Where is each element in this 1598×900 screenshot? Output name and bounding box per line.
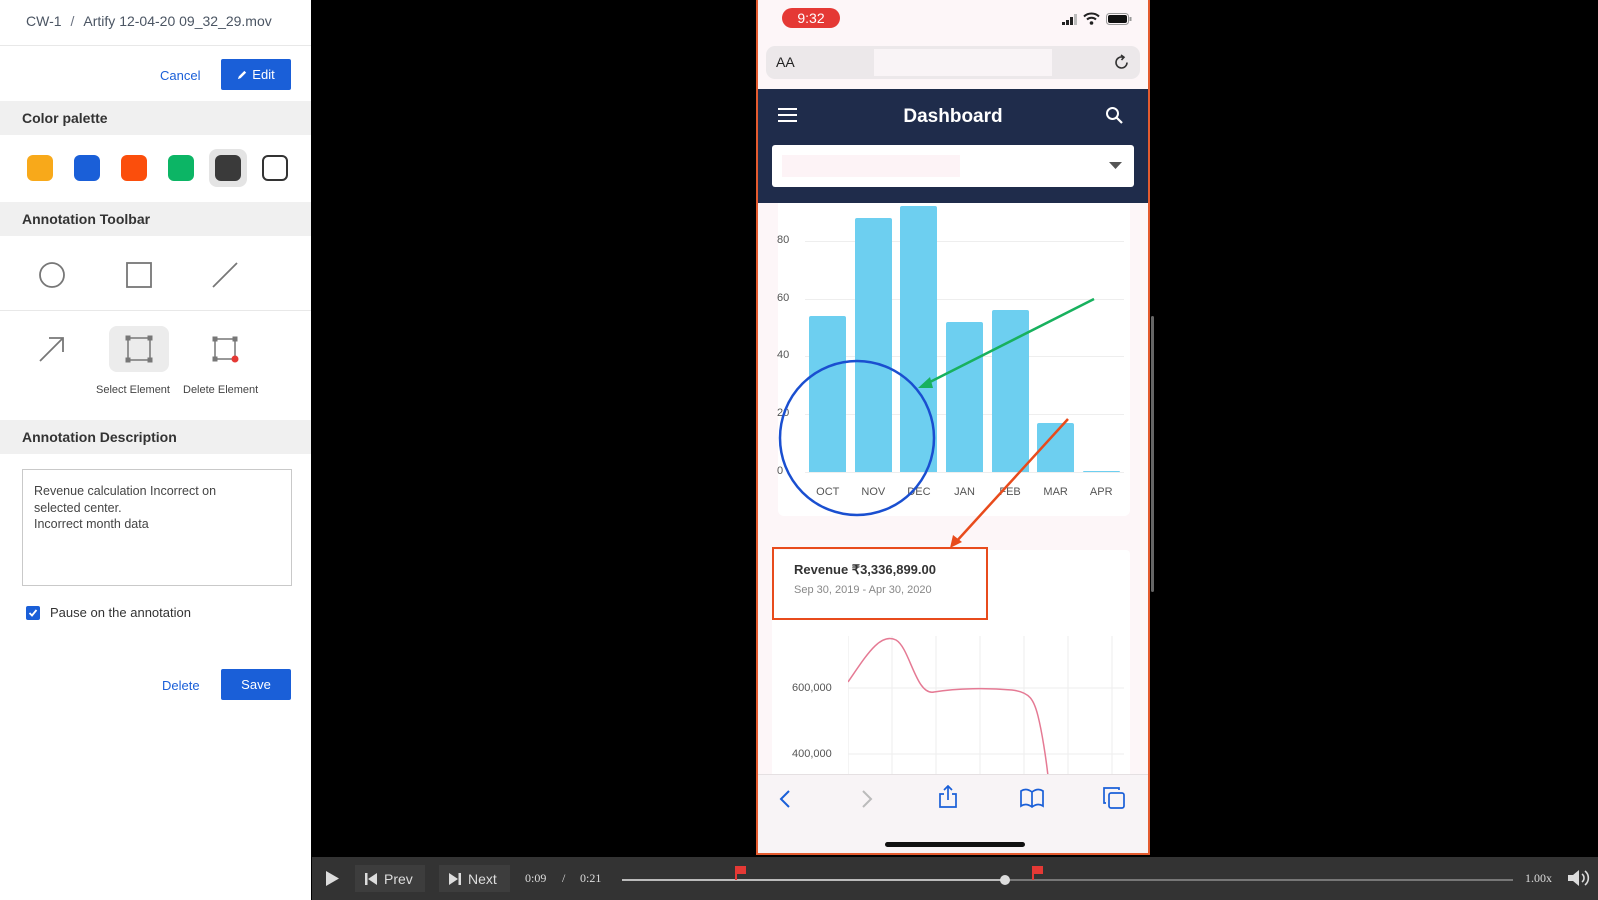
color-palette-heading: Color palette: [0, 101, 311, 135]
color-swatch-6[interactable]: [262, 155, 288, 181]
pause-checkbox-label[interactable]: Pause on the annotation: [50, 605, 191, 620]
pencil-icon: [238, 70, 247, 80]
color-swatch-4[interactable]: [168, 155, 194, 181]
color-swatch-3[interactable]: [121, 155, 147, 181]
arrow-tool[interactable]: [22, 326, 82, 372]
page-scroll-indicator[interactable]: [1151, 316, 1154, 592]
annotation-overlay: [778, 297, 1095, 548]
delete-button[interactable]: Delete: [162, 678, 200, 693]
annotation-description-heading: Annotation Description: [0, 420, 311, 454]
edit-button-label: Edit: [252, 67, 275, 82]
seek-bar[interactable]: [622, 866, 1513, 885]
annotation-description-textarea[interactable]: Revenue calculation Incorrect on selecte…: [22, 469, 292, 586]
select-element-label: Select Element: [96, 384, 170, 396]
annotation-flag-icon: [1033, 866, 1043, 874]
pause-checkbox[interactable]: [26, 606, 40, 620]
play-icon[interactable]: [326, 871, 339, 886]
back-icon[interactable]: [778, 789, 792, 809]
line-tool[interactable]: [195, 252, 255, 298]
circle-tool[interactable]: [22, 252, 82, 298]
time-separator: /: [562, 871, 566, 885]
breadcrumb: CW-1 / Artify 12-04-20 09_32_29.mov: [26, 13, 272, 29]
annotation-toolbar-heading: Annotation Toolbar: [0, 202, 311, 236]
tabs-icon[interactable]: [1102, 786, 1126, 810]
skip-back-icon: [365, 872, 377, 885]
seek-knob[interactable]: [1000, 875, 1011, 885]
divider: [0, 45, 311, 46]
next-button-label: Next: [468, 870, 497, 887]
save-button[interactable]: Save: [221, 669, 291, 700]
rectangle-icon: [126, 262, 152, 288]
edit-button[interactable]: Edit: [221, 59, 291, 90]
duration: 0:21: [580, 871, 602, 885]
home-indicator: [885, 842, 1025, 847]
video-player-controls: Prev Next 0:09 / 0:21 1.00x: [312, 857, 1598, 900]
delete-element-label: Delete Element: [183, 384, 259, 396]
skip-forward-icon: [449, 872, 461, 885]
color-swatch-5[interactable]: [215, 155, 241, 181]
current-time: 0:09: [525, 871, 547, 885]
breadcrumb-separator: /: [70, 13, 75, 29]
phone-screen: 9:32 AA Dashboard 80 60 40 20 0 OCT NOV DEC JAN F…: [756, 0, 1150, 855]
select-element-icon: [125, 335, 153, 363]
annotation-rectangle: [772, 547, 988, 620]
bookmarks-icon[interactable]: [1020, 788, 1044, 808]
volume-icon[interactable]: [1568, 868, 1590, 888]
annotation-circle: [778, 359, 936, 517]
breadcrumb-file: Artify 12-04-20 09_32_29.mov: [83, 13, 272, 29]
rectangle-tool[interactable]: [109, 252, 169, 298]
cancel-button[interactable]: Cancel: [160, 68, 200, 83]
checkmark-icon: [28, 609, 38, 617]
annotation-flag-icon: [736, 866, 746, 874]
arrow-icon: [39, 337, 64, 362]
annotation-panel: CW-1 / Artify 12-04-20 09_32_29.mov Cancel…: [0, 0, 311, 900]
annotation-orange-arrow: [954, 418, 1069, 544]
delete-element-tool[interactable]: [195, 326, 255, 372]
next-button[interactable]: Next: [439, 865, 510, 892]
breadcrumb-project[interactable]: CW-1: [26, 13, 62, 29]
prev-button-label: Prev: [384, 870, 413, 887]
playback-speed[interactable]: 1.00x: [1525, 871, 1552, 886]
color-swatch-1[interactable]: [27, 155, 53, 181]
forward-icon[interactable]: [860, 789, 874, 809]
color-swatch-2[interactable]: [74, 155, 100, 181]
share-icon[interactable]: [938, 785, 958, 809]
circle-icon: [39, 262, 65, 288]
delete-element-icon: [212, 336, 239, 363]
prev-button[interactable]: Prev: [355, 865, 425, 892]
seek-bar-played: [622, 879, 1006, 881]
divider: [0, 310, 311, 311]
select-element-tool[interactable]: [109, 326, 169, 372]
annotation-green-arrow: [923, 297, 1095, 387]
line-icon: [212, 262, 238, 288]
